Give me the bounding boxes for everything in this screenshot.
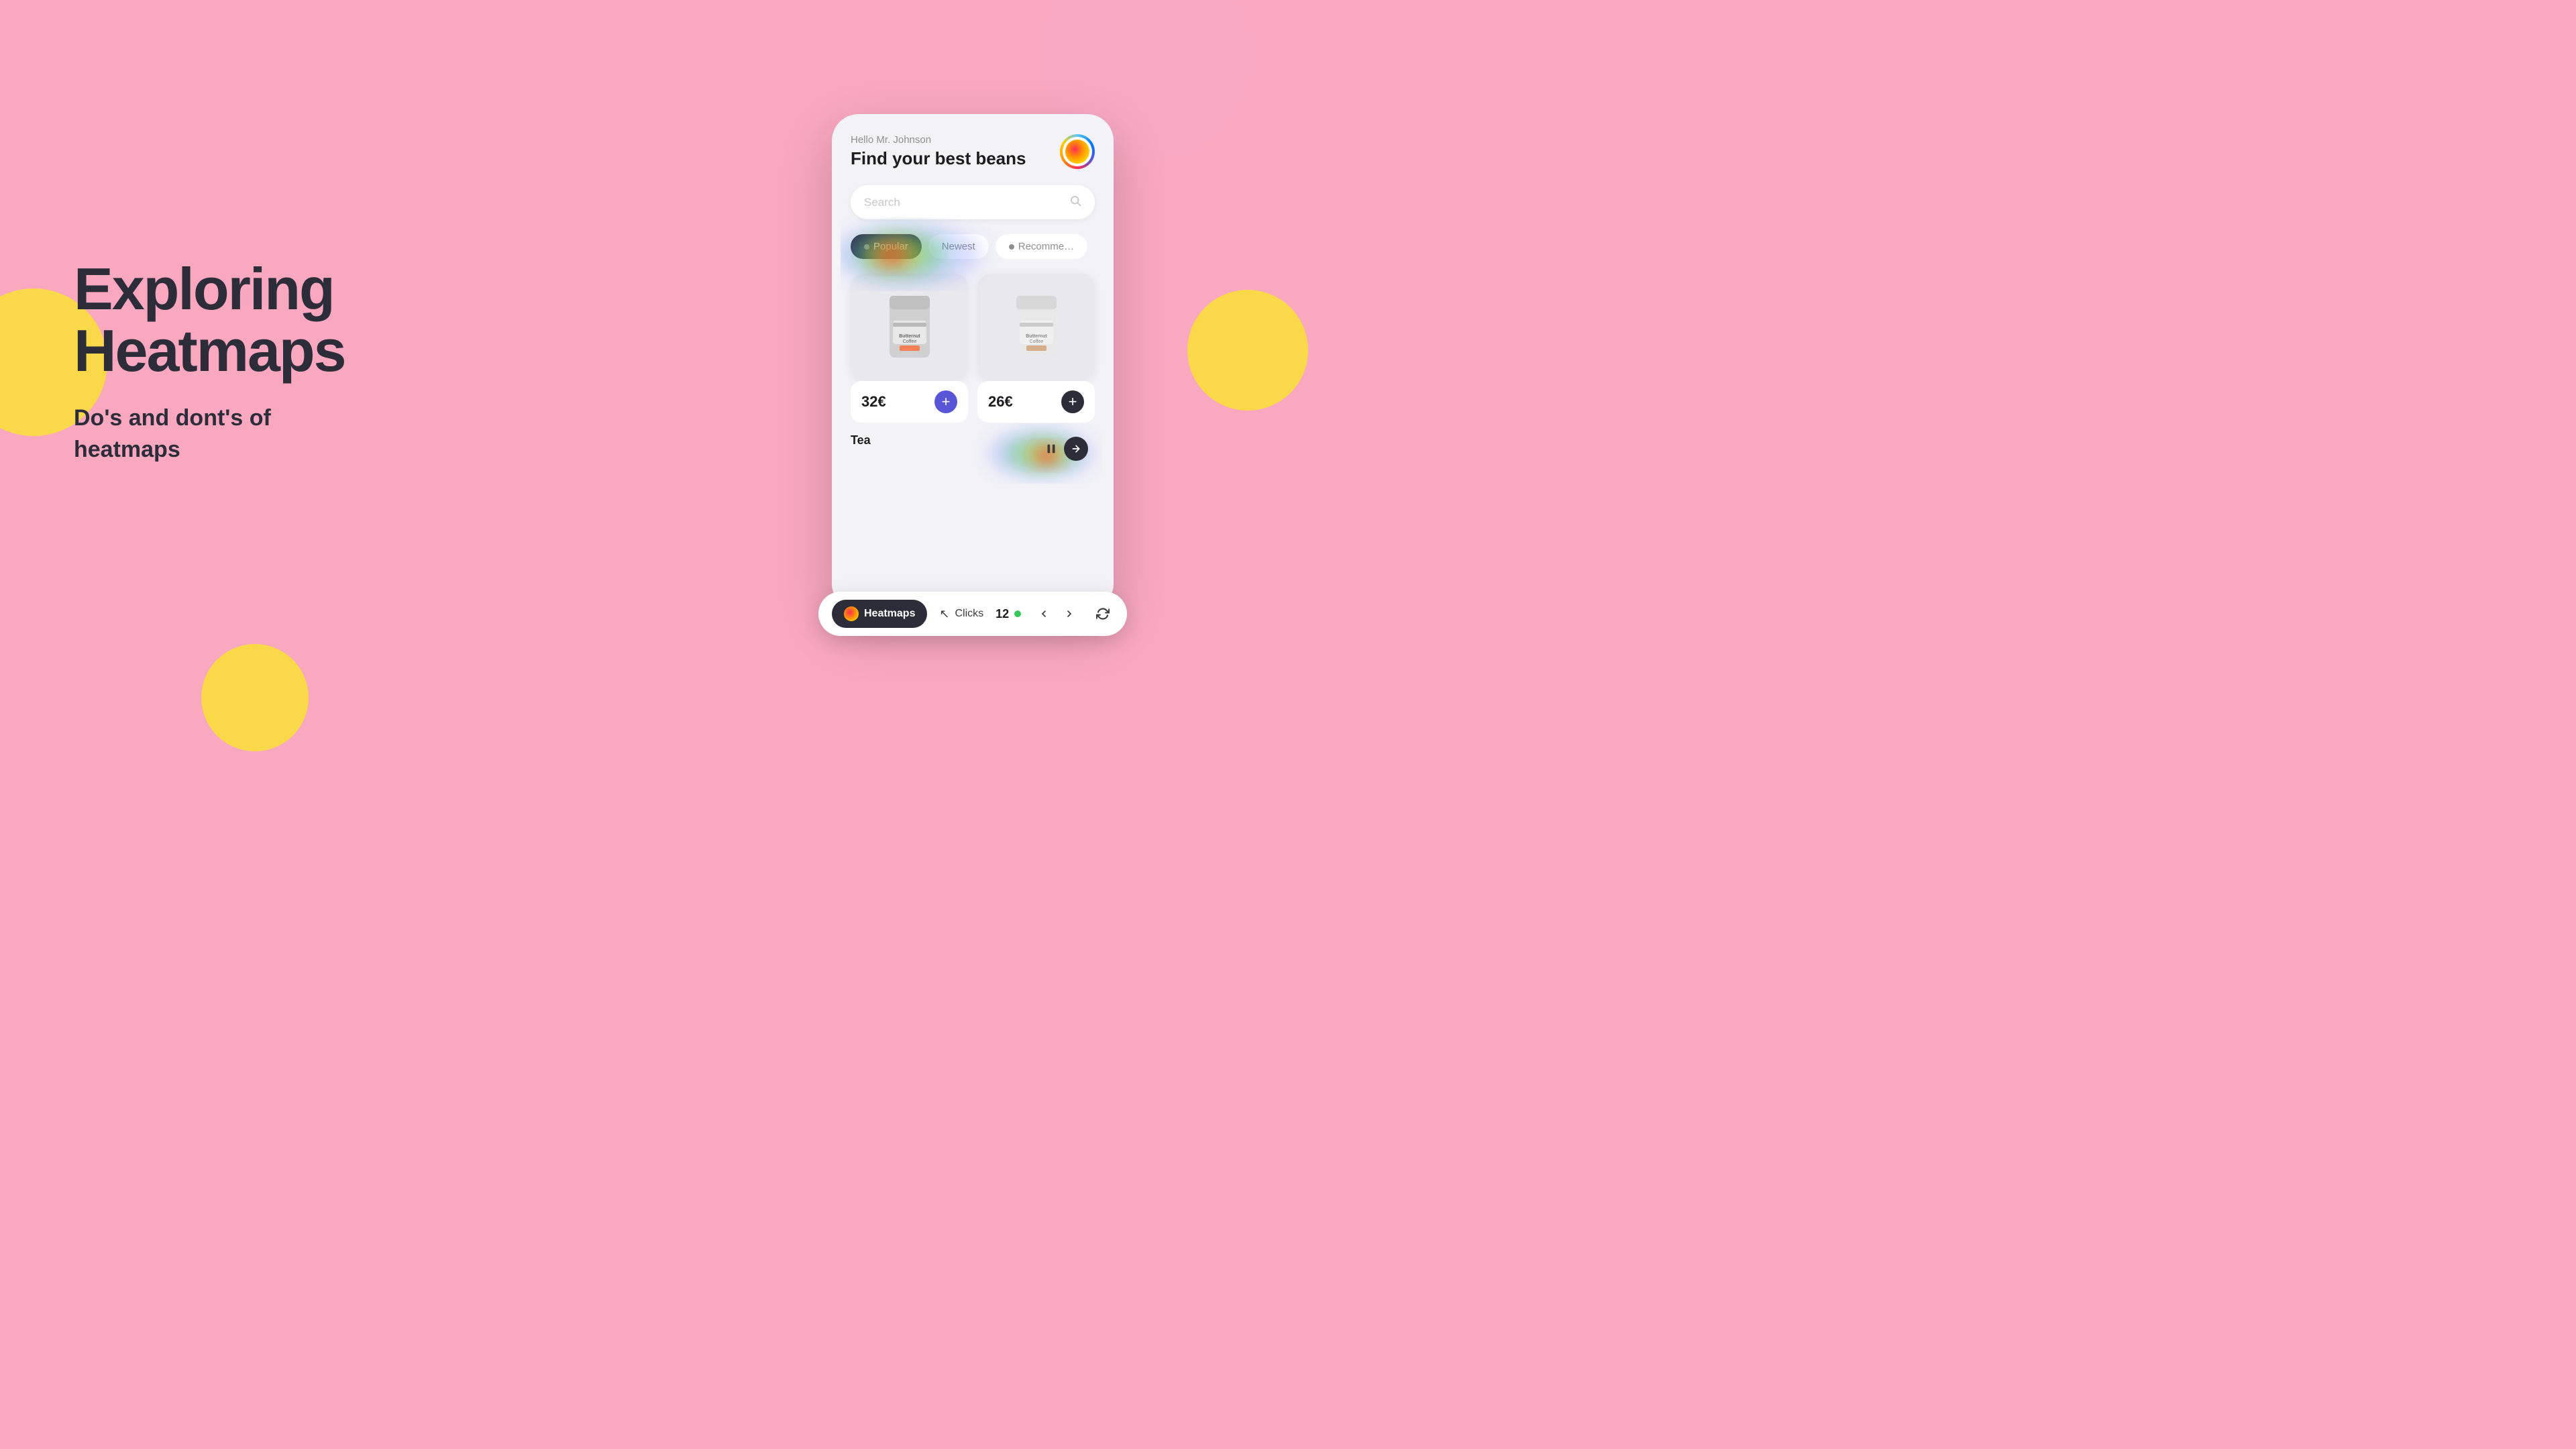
- bg-decoration-right: [1187, 290, 1308, 411]
- products-row: Butternut Coffee B: [851, 274, 1095, 381]
- tea-label: Tea: [851, 433, 871, 447]
- bottom-toolbar: Heatmaps ↖ Clicks 12: [818, 592, 1127, 636]
- heatmaps-icon: [844, 606, 859, 621]
- tab-popular-label: Popular: [873, 241, 908, 252]
- filter-section: Popular Newest Recomme…: [851, 234, 1095, 259]
- clicks-label: Clicks: [955, 608, 984, 620]
- media-controls: [1044, 437, 1088, 461]
- product-card-2: Butternut Coffee: [977, 274, 1095, 381]
- product-image-1: Butternut Coffee: [851, 274, 968, 381]
- search-text: Search: [864, 196, 900, 209]
- subtitle: Do's and dont's of heatmaps: [74, 402, 345, 466]
- phone-header: Hello Mr. Johnson Find your best beans: [851, 134, 1095, 169]
- price-item-1: 32€ +: [851, 381, 968, 423]
- avatar-inner: [1063, 137, 1092, 166]
- count-active-dot: [1014, 610, 1021, 617]
- avatar: [1060, 134, 1095, 169]
- clicks-button[interactable]: ↖ Clicks: [939, 607, 983, 621]
- price-2: 26€: [988, 393, 1013, 411]
- greeting: Hello Mr. Johnson: [851, 134, 1026, 146]
- filter-tabs: Popular Newest Recomme…: [851, 234, 1095, 259]
- refresh-button[interactable]: [1092, 603, 1114, 625]
- search-icon: [1069, 195, 1081, 210]
- header-text: Hello Mr. Johnson Find your best beans: [851, 134, 1026, 169]
- count-value: 12: [996, 607, 1009, 621]
- phone-mockup: Hello Mr. Johnson Find your best beans S…: [832, 114, 1114, 610]
- toolbar-nav: [1033, 603, 1080, 625]
- subtitle-line1: Do's and dont's of: [74, 405, 271, 431]
- svg-text:Coffee: Coffee: [902, 339, 916, 344]
- avatar-heatmap-icon: [1065, 140, 1089, 164]
- bg-decoration-bottom: [201, 644, 309, 751]
- add-button-1[interactable]: +: [934, 390, 957, 413]
- tab-recommended[interactable]: Recomme…: [996, 234, 1087, 259]
- header-title: Find your best beans: [851, 148, 1026, 169]
- pause-icon[interactable]: [1044, 441, 1059, 456]
- heatmaps-button[interactable]: Heatmaps: [832, 600, 927, 628]
- phone-inner: Hello Mr. Johnson Find your best beans S…: [832, 114, 1114, 610]
- price-item-2: 26€ +: [977, 381, 1095, 423]
- phone-frame: Hello Mr. Johnson Find your best beans S…: [832, 114, 1114, 610]
- heatmaps-label: Heatmaps: [864, 608, 915, 620]
- tea-section: Tea: [851, 433, 1095, 447]
- tab-newest[interactable]: Newest: [928, 234, 989, 259]
- svg-text:Butternut: Butternut: [899, 334, 920, 339]
- tab-recommended-dot: [1009, 244, 1014, 250]
- svg-text:Coffee: Coffee: [1029, 339, 1043, 344]
- title-line2: Heatmaps: [74, 317, 345, 384]
- left-content-area: Exploring Heatmaps Do's and dont's of he…: [74, 258, 345, 466]
- product-card-1: Butternut Coffee: [851, 274, 968, 381]
- count-display: 12: [996, 607, 1021, 621]
- tab-recommended-label: Recomme…: [1018, 241, 1074, 252]
- nav-prev-button[interactable]: [1033, 603, 1055, 625]
- nav-next-button[interactable]: [1059, 603, 1080, 625]
- play-arrow-btn[interactable]: [1064, 437, 1088, 461]
- price-1: 32€: [861, 393, 886, 411]
- coffee-bag-svg-2: Butternut Coffee: [1010, 290, 1063, 364]
- title-line1: Exploring: [74, 256, 334, 322]
- search-bar[interactable]: Search: [851, 185, 1095, 219]
- cursor-icon: ↖: [939, 607, 949, 621]
- price-row: 32€ + 26€ +: [851, 381, 1095, 423]
- tab-popular-dot: [864, 244, 869, 250]
- subtitle-line2: heatmaps: [74, 437, 180, 462]
- tab-newest-label: Newest: [942, 241, 975, 252]
- product-image-2: Butternut Coffee: [977, 274, 1095, 381]
- svg-text:Butternut: Butternut: [1026, 334, 1047, 339]
- main-title: Exploring Heatmaps: [74, 258, 345, 382]
- tab-popular[interactable]: Popular: [851, 234, 922, 259]
- add-button-2[interactable]: +: [1061, 390, 1084, 413]
- coffee-bag-svg-1: Butternut Coffee: [883, 290, 936, 364]
